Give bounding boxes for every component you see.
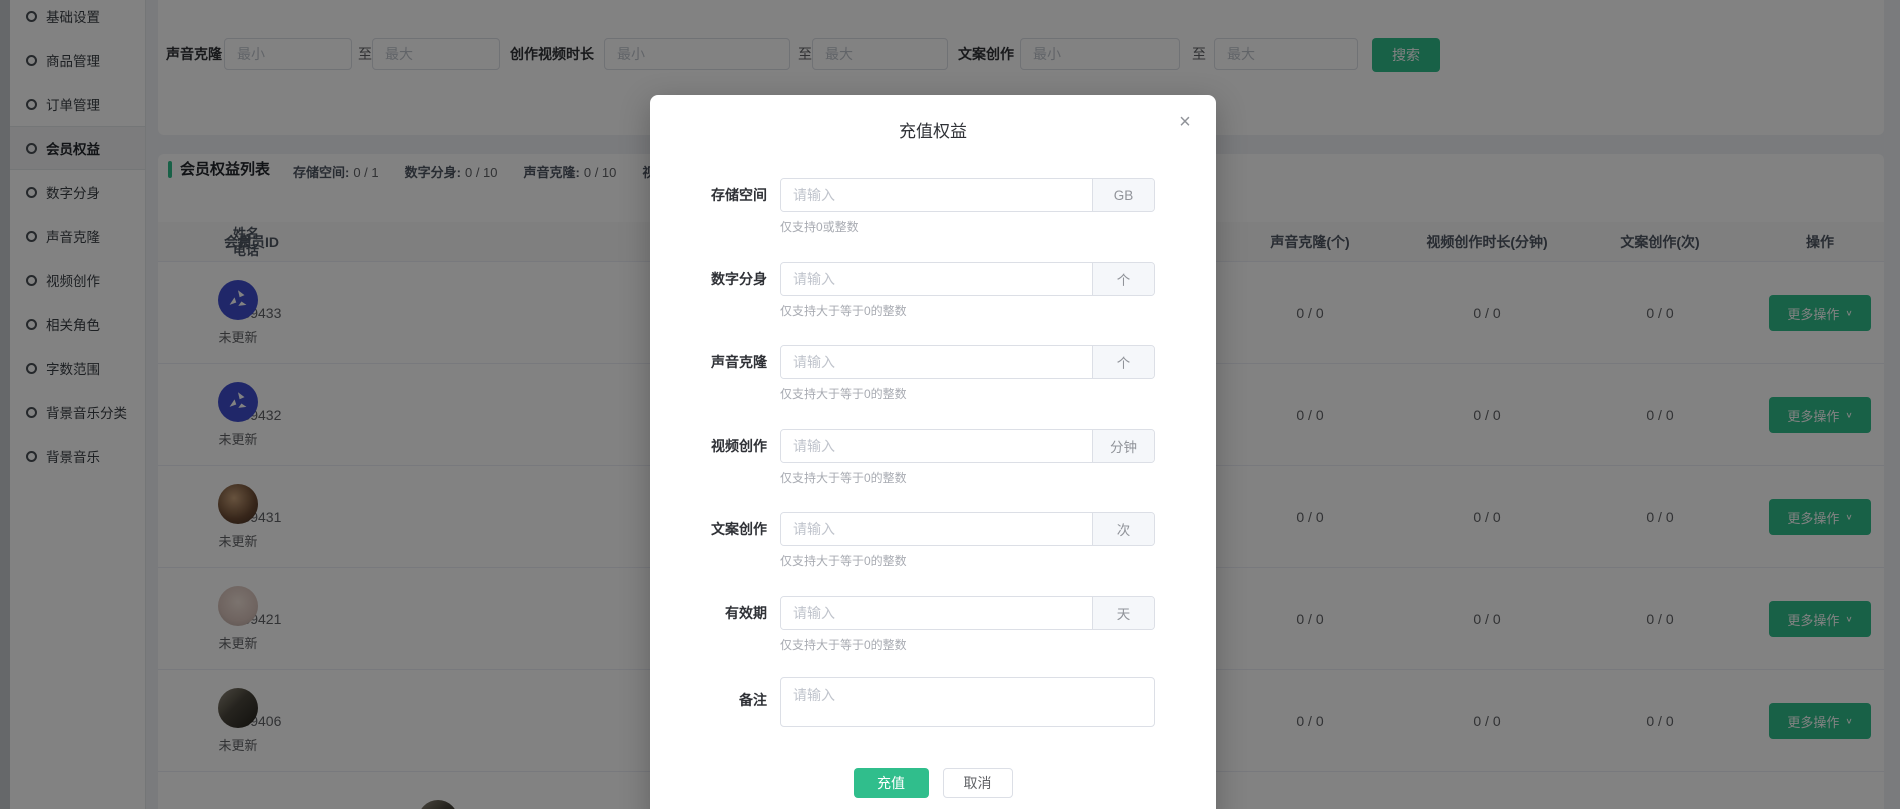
voice-clone-input[interactable]	[781, 346, 1092, 378]
unit-suffix: 分钟	[1092, 430, 1154, 462]
close-icon[interactable]: ×	[1174, 111, 1196, 133]
field-hint: 仅支持大于等于0的整数	[780, 302, 907, 319]
storage-input[interactable]	[781, 179, 1092, 211]
form-row-validity: 有效期 天 仅支持大于等于0的整数	[650, 596, 1216, 630]
field-label: 声音克隆	[650, 345, 767, 379]
modal-title: 充值权益	[650, 117, 1216, 142]
field-label: 视频创作	[650, 429, 767, 463]
recharge-benefits-modal: 充值权益 × 存储空间 GB 仅支持0或整数 数字分身 个 仅支持大于等于0的整…	[650, 95, 1216, 809]
form-row-remark: 备注	[650, 677, 1216, 727]
validity-input[interactable]	[781, 597, 1092, 629]
copywriting-input[interactable]	[781, 513, 1092, 545]
field-hint: 仅支持大于等于0的整数	[780, 385, 907, 402]
form-row-digital-avatar: 数字分身 个 仅支持大于等于0的整数	[650, 262, 1216, 296]
unit-suffix: 天	[1092, 597, 1154, 629]
field-hint: 仅支持大于等于0的整数	[780, 469, 907, 486]
unit-suffix: 个	[1092, 263, 1154, 295]
field-label: 有效期	[650, 596, 767, 630]
form-row-storage: 存储空间 GB 仅支持0或整数	[650, 178, 1216, 212]
form-row-voice-clone: 声音克隆 个 仅支持大于等于0的整数	[650, 345, 1216, 379]
field-hint: 仅支持大于等于0的整数	[780, 552, 907, 569]
recharge-confirm-button[interactable]: 充值	[854, 768, 929, 798]
page: 基础设置 商品管理 订单管理 会员权益 数字分身 声音克隆 视频创作 相关角色 …	[0, 0, 1900, 809]
unit-suffix: GB	[1092, 179, 1154, 211]
field-hint: 仅支持0或整数	[780, 218, 859, 235]
cancel-button[interactable]: 取消	[943, 768, 1013, 798]
digital-avatar-input[interactable]	[781, 263, 1092, 295]
remark-textarea[interactable]	[780, 677, 1155, 727]
field-label: 数字分身	[650, 262, 767, 296]
modal-footer: 充值 取消	[650, 768, 1216, 798]
video-creation-input[interactable]	[781, 430, 1092, 462]
form-row-copywriting: 文案创作 次 仅支持大于等于0的整数	[650, 512, 1216, 546]
field-hint: 仅支持大于等于0的整数	[780, 636, 907, 653]
field-label: 存储空间	[650, 178, 767, 212]
field-label: 文案创作	[650, 512, 767, 546]
form-row-video-creation: 视频创作 分钟 仅支持大于等于0的整数	[650, 429, 1216, 463]
unit-suffix: 个	[1092, 346, 1154, 378]
unit-suffix: 次	[1092, 513, 1154, 545]
field-label: 备注	[650, 683, 767, 717]
